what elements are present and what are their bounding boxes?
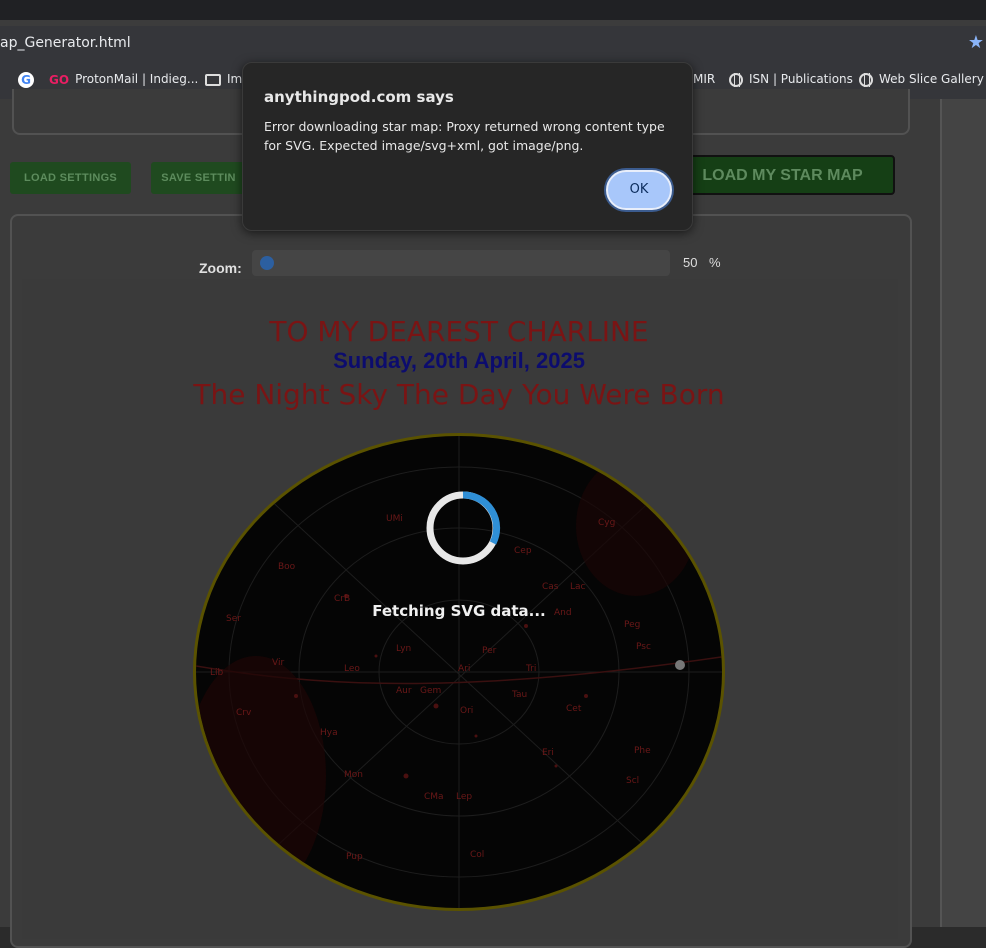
bookmark-label: Web Slice Gallery [879, 72, 984, 86]
download-star-map-button[interactable]: LOAD MY STAR MAP [670, 155, 895, 195]
constellation-label: Crv [236, 708, 252, 718]
constellation-label: Phe [634, 746, 651, 756]
bookmark-web-slice[interactable]: Web Slice Gallery [859, 72, 984, 87]
overflow-chevron-icon[interactable]: › [0, 72, 1, 86]
star-map: UMi Cyg Boo Cep Cas Lac CrB And Peg Ser … [193, 433, 725, 911]
poster-subtitle: The Night Sky The Day You Were Born [193, 378, 725, 411]
poster-title: TO MY DEAREST CHARLINE [269, 315, 649, 348]
loading-status: Fetching SVG data... [372, 602, 546, 620]
zoom-slider-thumb[interactable] [260, 256, 274, 270]
bookmark-isn[interactable]: ISN | Publications [729, 72, 853, 87]
dialog-title: anythingpod.com says [264, 88, 454, 106]
bookmark-label: Im [227, 72, 243, 86]
constellation-label: Ori [460, 706, 474, 716]
zoom-unit: % [709, 255, 721, 270]
constellation-label: Ari [458, 664, 471, 674]
constellation-label: Cet [566, 704, 582, 714]
constellation-label: Scl [626, 776, 640, 786]
zoom-slider[interactable] [252, 250, 670, 276]
poster-date: Sunday, 20th April, 2025 [333, 348, 585, 373]
globe-icon [729, 72, 743, 87]
dialog-message: Error downloading star map: Proxy return… [264, 119, 665, 153]
globe-icon [859, 72, 873, 87]
constellation-label: Psc [636, 642, 651, 652]
bookmark-mir[interactable]: MIR [693, 72, 715, 86]
google-icon: G [18, 72, 34, 88]
zoom-value: 50 [683, 255, 698, 270]
constellation-label: Vir [272, 658, 285, 668]
constellation-label: Cyg [598, 518, 616, 528]
save-settings-button[interactable]: SAVE SETTIN [151, 162, 246, 194]
constellation-label: Tri [526, 664, 537, 674]
address-bar[interactable]: ap_Generator.html ★ [0, 26, 986, 60]
alert-dialog: anythingpod.com says Error downloading s… [242, 62, 693, 231]
go-icon: GO [49, 72, 70, 87]
constellation-label: Mon [344, 770, 363, 780]
constellation-label: Hya [320, 728, 338, 738]
constellation-label: Cas [542, 582, 559, 592]
constellation-label: Col [470, 850, 485, 860]
constellation-label: UMi [386, 514, 403, 524]
constellation-label: Lyn [396, 644, 412, 654]
ok-button[interactable]: OK [606, 170, 672, 210]
constellation-label: Per [482, 646, 497, 656]
constellation-label: Leo [344, 664, 360, 674]
constellation-label: CMa [424, 792, 444, 802]
bookmark-google[interactable]: G [18, 72, 40, 88]
bookmark-protonmail[interactable]: GO ProtonMail | Indieg... [49, 72, 198, 87]
bookmark-star-icon[interactable]: ★ [968, 32, 984, 53]
constellation-label: Lep [456, 792, 473, 802]
constellation-label: Lib [210, 668, 224, 678]
bookmark-folder[interactable]: Im [205, 72, 242, 86]
window-top-bar [0, 0, 986, 20]
url-text[interactable]: ap_Generator.html [0, 35, 131, 51]
constellation-label: Peg [624, 620, 641, 630]
bookmark-label: MIR [693, 72, 716, 86]
constellation-label: Cep [514, 546, 532, 556]
zoom-label: Zoom: [199, 260, 242, 276]
constellation-label: Eri [542, 748, 554, 758]
constellation-label: Gem [420, 686, 442, 696]
constellation-label: Boo [278, 562, 296, 572]
constellation-label: Aur [396, 686, 412, 696]
bookmark-label: ProtonMail | Indieg... [75, 72, 199, 86]
bookmark-label: ISN | Publications [749, 72, 853, 86]
constellation-label: Pup [346, 852, 363, 862]
folder-icon [205, 73, 221, 86]
load-settings-button[interactable]: LOAD SETTINGS [10, 162, 131, 194]
right-side-panel [940, 99, 986, 927]
constellation-label: Tau [512, 690, 528, 700]
constellation-label: Lac [570, 582, 586, 592]
